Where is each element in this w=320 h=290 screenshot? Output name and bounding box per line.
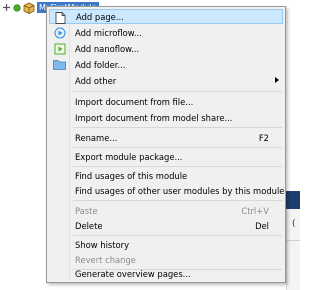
menu-separator	[73, 166, 282, 167]
module-box-icon	[23, 2, 35, 14]
menu-item-label: Import document from file...	[75, 96, 194, 107]
menu-item-label: Delete	[75, 220, 103, 231]
menu-item-shortcut: F2	[258, 132, 269, 143]
menu-item-add-microflow[interactable]: Add microflow...	[49, 25, 283, 40]
menu-item-label: Add nanoflow...	[75, 43, 140, 54]
background-partial-text: (	[292, 219, 296, 229]
menu-item-rename[interactable]: Rename... F2	[49, 130, 283, 145]
microflow-icon	[53, 26, 66, 39]
menu-separator	[73, 147, 282, 148]
menu-item-label: Export module package...	[75, 151, 183, 162]
menu-item-add-folder[interactable]: Add folder...	[49, 57, 283, 72]
menu-item-export-module-package[interactable]: Export module package...	[49, 149, 283, 164]
nanoflow-icon	[53, 42, 66, 55]
submenu-arrow-icon	[275, 77, 279, 83]
folder-icon	[53, 58, 66, 71]
menu-item-label: Show history	[75, 239, 130, 250]
menu-item-add-other[interactable]: Add other	[49, 73, 283, 88]
menu-item-add-page[interactable]: Add page...	[49, 9, 283, 24]
menu-item-import-from-model-share[interactable]: Import document from model share...	[49, 110, 283, 125]
menu-item-label: Generate overview pages...	[75, 269, 191, 279]
menu-item-label: Find usages of this module	[75, 170, 188, 181]
menu-item-find-usages-other-modules[interactable]: Find usages of other user modules by thi…	[49, 183, 285, 198]
menu-item-shortcut: Del	[255, 220, 269, 231]
menu-separator	[73, 200, 282, 201]
menu-item-generate-overview-pages[interactable]: Generate overview pages...	[49, 265, 283, 280]
menu-item-label: Paste	[75, 205, 98, 216]
background-divider	[286, 240, 300, 241]
menu-separator	[73, 91, 282, 92]
menu-separator	[73, 127, 282, 128]
menu-item-import-from-file[interactable]: Import document from file...	[49, 94, 283, 109]
menu-item-label: Add folder...	[75, 59, 126, 70]
menu-separator	[73, 235, 282, 236]
menu-item-label: Revert change	[75, 254, 136, 265]
context-menu: Add page... Add microflow... Add nanoflo…	[46, 6, 286, 283]
page-icon	[54, 11, 67, 24]
menu-item-show-history[interactable]: Show history	[49, 237, 283, 252]
menu-item-paste: Paste Ctrl+V	[49, 203, 283, 218]
menu-item-label: Add microflow...	[75, 27, 142, 38]
menu-item-shortcut: Ctrl+V	[241, 205, 269, 216]
menu-item-label: Import document from model share...	[75, 112, 233, 123]
menu-item-label: Add other	[75, 75, 117, 86]
expand-toggle-icon[interactable]	[2, 1, 11, 14]
menu-item-label: Rename...	[75, 132, 118, 143]
menu-item-find-usages-module[interactable]: Find usages of this module	[49, 168, 283, 183]
background-header-bar	[286, 191, 300, 209]
menu-item-label: Find usages of other user modules by thi…	[75, 185, 285, 196]
menu-item-label: Add page...	[76, 11, 124, 22]
menu-item-add-nanoflow[interactable]: Add nanoflow...	[49, 41, 283, 56]
green-dot-icon	[13, 3, 21, 12]
screen: MyFirstModule ( Add page... Add m	[0, 0, 300, 290]
menu-item-delete[interactable]: Delete Del	[49, 218, 283, 233]
